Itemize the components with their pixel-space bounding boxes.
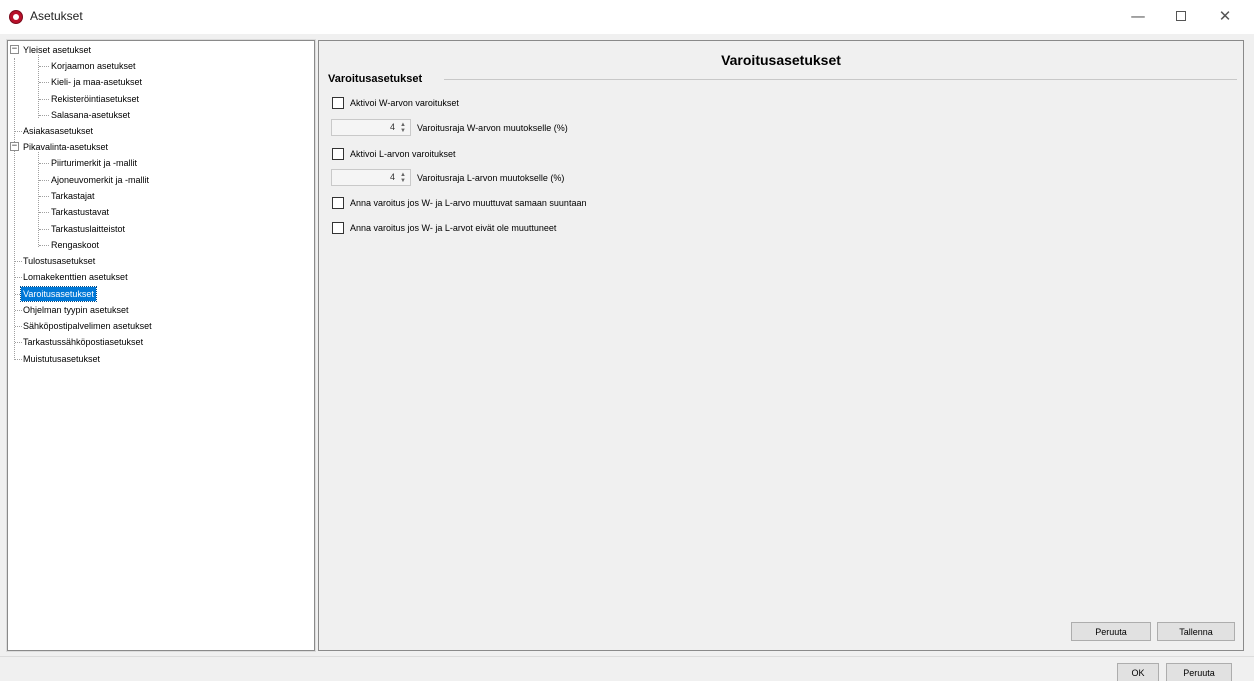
- tree-item-korjaamon-asetukset[interactable]: Korjaamon asetukset: [51, 59, 136, 73]
- minimize-icon: —: [1130, 7, 1146, 25]
- tree-connector: [38, 152, 39, 247]
- same-direction-option[interactable]: Anna varoitus jos W- ja L-arvo muuttuvat…: [332, 196, 586, 210]
- tree-item-asiakasasetukset[interactable]: Asiakasasetukset: [23, 124, 93, 138]
- tree-item-rekisterointiasetukset[interactable]: Rekisteröintiasetukset: [51, 92, 139, 106]
- footer-divider: [0, 656, 1254, 657]
- tree-item-ajoneuvomerkit[interactable]: Ajoneuvomerkit ja -mallit: [51, 173, 149, 187]
- tree-item-tulostusasetukset[interactable]: Tulostusasetukset: [23, 254, 95, 268]
- w-threshold-row: 4 ▲ ▼ Varoitusraja W-arvon muutokselle (…: [331, 119, 568, 136]
- tree-item-muistutusasetukset[interactable]: Muistutusasetukset: [23, 352, 100, 366]
- w-activate-option[interactable]: Aktivoi W-arvon varoitukset: [332, 96, 459, 110]
- cancel-button[interactable]: Peruuta: [1071, 622, 1151, 641]
- settings-tree[interactable]: − Yleiset asetukset Korjaamon asetukset …: [6, 39, 316, 652]
- l-activate-checkbox[interactable]: [332, 148, 344, 160]
- tree-item-tarkastuslaitteistot[interactable]: Tarkastuslaitteistot: [51, 222, 125, 236]
- tree-connector: [39, 66, 49, 67]
- l-threshold-row: 4 ▲ ▼ Varoitusraja L-arvon muutokselle (…: [331, 169, 564, 186]
- settings-content-panel: Varoitusasetukset Varoitusasetukset Akti…: [318, 40, 1244, 651]
- tree-item-lomakekenttien-asetukset[interactable]: Lomakekenttien asetukset: [23, 270, 128, 284]
- l-threshold-spinbox[interactable]: 4 ▲ ▼: [331, 169, 411, 186]
- unchanged-option[interactable]: Anna varoitus jos W- ja L-arvot eivät ol…: [332, 221, 556, 235]
- tree-item-yleiset-asetukset[interactable]: Yleiset asetukset: [23, 43, 91, 57]
- tree-connector: [15, 359, 22, 360]
- tree-connector: [39, 212, 49, 213]
- tree-connector: [15, 310, 22, 311]
- collapse-icon[interactable]: −: [10, 142, 19, 151]
- ok-button[interactable]: OK: [1117, 663, 1159, 681]
- spin-down-icon[interactable]: ▼: [400, 128, 406, 134]
- same-direction-label: Anna varoitus jos W- ja L-arvo muuttuvat…: [350, 198, 587, 208]
- spin-arrows-icon[interactable]: ▲ ▼: [397, 171, 409, 184]
- w-activate-label: Aktivoi W-arvon varoitukset: [350, 98, 459, 108]
- tree-connector: [15, 326, 22, 327]
- w-threshold-value: 4: [389, 122, 395, 132]
- l-threshold-label: Varoitusraja L-arvon muutokselle (%): [417, 172, 565, 183]
- tree-connector: [38, 55, 39, 118]
- collapse-icon[interactable]: −: [10, 45, 19, 54]
- minimize-button[interactable]: —: [1115, 0, 1161, 32]
- tree-connector: [15, 277, 22, 278]
- maximize-button[interactable]: [1158, 0, 1204, 32]
- tree-item-tarkastussahkopostiasetukset[interactable]: Tarkastussähköpostiasetukset: [23, 335, 143, 349]
- tree-item-piirturimerkit[interactable]: Piirturimerkit ja -mallit: [51, 156, 137, 170]
- tree-item-tarkastustavat[interactable]: Tarkastustavat: [51, 205, 109, 219]
- save-button[interactable]: Tallenna: [1157, 622, 1235, 641]
- tree-connector: [39, 196, 49, 197]
- l-activate-option[interactable]: Aktivoi L-arvon varoitukset: [332, 147, 456, 161]
- app-logo-icon: [9, 10, 23, 24]
- maximize-icon: [1176, 11, 1186, 21]
- tree-connector: [39, 180, 49, 181]
- dialog-cancel-button[interactable]: Peruuta: [1166, 663, 1232, 681]
- tree-connector: [15, 131, 22, 132]
- tree-connector: [39, 163, 49, 164]
- tree-item-kieli-ja-maa-asetukset[interactable]: Kieli- ja maa-asetukset: [51, 75, 142, 89]
- tree-connector: [39, 82, 49, 83]
- spin-down-icon[interactable]: ▼: [400, 178, 406, 184]
- tree-item-salasana-asetukset[interactable]: Salasana-asetukset: [51, 108, 130, 122]
- w-threshold-spinbox[interactable]: 4 ▲ ▼: [331, 119, 411, 136]
- tree-item-varoitusasetukset[interactable]: Varoitusasetukset: [20, 286, 97, 302]
- tree-connector: [39, 245, 49, 246]
- tree-item-ohjelman-tyypin-asetukset[interactable]: Ohjelman tyypin asetukset: [23, 303, 129, 317]
- tree-connector: [15, 261, 22, 262]
- group-divider: [444, 79, 1237, 80]
- window-title: Asetukset: [30, 9, 83, 23]
- tree-item-pikavalinta-asetukset[interactable]: Pikavalinta-asetukset: [23, 140, 108, 154]
- tree-connector: [14, 58, 15, 360]
- close-button[interactable]: ✕: [1202, 0, 1248, 32]
- close-icon: ✕: [1218, 7, 1232, 25]
- unchanged-label: Anna varoitus jos W- ja L-arvot eivät ol…: [350, 223, 557, 233]
- page-title: Varoitusasetukset: [721, 52, 841, 68]
- l-activate-label: Aktivoi L-arvon varoitukset: [350, 149, 456, 159]
- unchanged-checkbox[interactable]: [332, 222, 344, 234]
- w-threshold-label: Varoitusraja W-arvon muutokselle (%): [417, 122, 568, 133]
- tree-connector: [39, 229, 49, 230]
- tree-item-sahkopostipalvelimen-asetukset[interactable]: Sähköpostipalvelimen asetukset: [23, 319, 152, 333]
- same-direction-checkbox[interactable]: [332, 197, 344, 209]
- spin-arrows-icon[interactable]: ▲ ▼: [397, 121, 409, 134]
- tree-connector: [39, 99, 49, 100]
- tree-item-rengaskoot[interactable]: Rengaskoot: [51, 238, 99, 252]
- w-activate-checkbox[interactable]: [332, 97, 344, 109]
- l-threshold-value: 4: [389, 172, 395, 182]
- group-title: Varoitusasetukset: [328, 73, 426, 85]
- tree-connector: [15, 342, 22, 343]
- title-bar: Asetukset — ✕: [0, 0, 1254, 34]
- tree-item-tarkastajat[interactable]: Tarkastajat: [51, 189, 95, 203]
- tree-connector: [39, 115, 49, 116]
